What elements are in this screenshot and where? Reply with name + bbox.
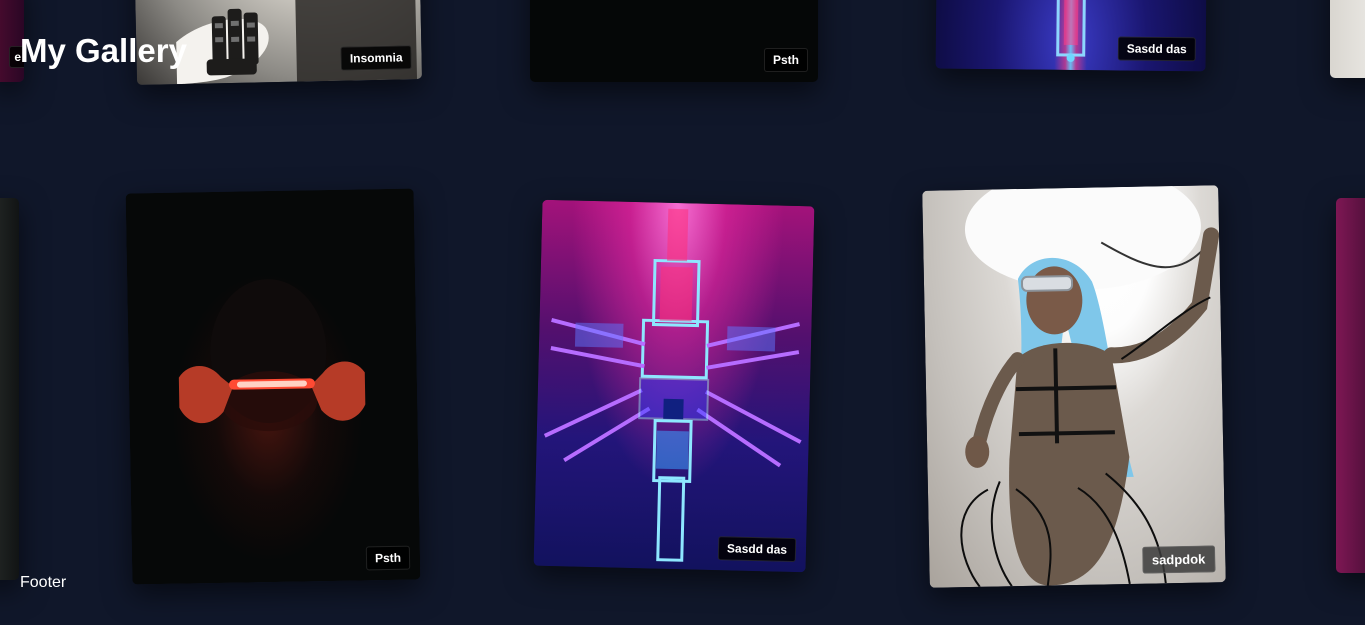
page-footer: Footer [20, 574, 67, 591]
gallery-image [125, 188, 421, 585]
gallery-card-right-edge-top[interactable] [1330, 0, 1365, 78]
gallery-card-tag: Insomnia [340, 45, 412, 71]
gallery-card-left-edge-bottom[interactable] [0, 198, 19, 580]
gallery-image [0, 198, 19, 580]
gallery-page: My Gallery e Insomnia Psth Sasdd das Pst… [0, 0, 1365, 625]
gallery-card-sadpdok[interactable]: sadpdok [922, 185, 1226, 588]
gallery-image [533, 199, 815, 573]
gallery-image [922, 185, 1226, 588]
blue-hair-figure-illustration [960, 185, 1220, 588]
gallery-card-psth-top[interactable]: Psth [530, 0, 818, 82]
gallery-card-tag: sadpdok [1141, 545, 1216, 574]
red-neon-portrait-illustration [178, 279, 366, 432]
gallery-card-sasdd-bottom[interactable]: Sasdd das [533, 199, 815, 573]
gallery-image [1330, 0, 1365, 78]
neon-cross-illustration [543, 208, 802, 562]
gallery-card-tag: Psth [763, 48, 808, 72]
gallery-image [1336, 198, 1365, 573]
gallery-card-psth-bottom[interactable]: Psth [125, 188, 421, 585]
gallery-card-tag: Sasdd das [717, 536, 797, 563]
gallery-card-tag: Psth [365, 545, 411, 571]
page-title: My Gallery [20, 32, 187, 69]
gallery-card-right-edge-bottom[interactable] [1336, 198, 1365, 573]
gallery-card-sasdd-top[interactable]: Sasdd das [935, 0, 1209, 72]
gallery-card-tag: Sasdd das [1117, 36, 1196, 62]
